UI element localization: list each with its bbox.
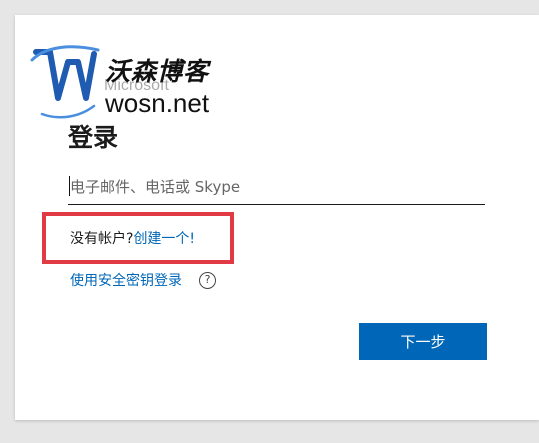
security-key-signin-link[interactable]: 使用安全密钥登录 (70, 270, 182, 290)
text-caret (69, 176, 70, 196)
identity-field-wrapper (68, 170, 485, 205)
page-title: 登录 (68, 123, 119, 152)
help-icon[interactable]: ? (199, 272, 216, 289)
highlight-annotation-box (42, 212, 234, 264)
identity-input[interactable] (68, 170, 485, 205)
watermark: 沃森博客 wosn.net (28, 40, 238, 122)
next-button[interactable]: 下一步 (359, 323, 487, 360)
watermark-brand-en: wosn.net (105, 88, 210, 118)
watermark-brand-cn: 沃森博客 (105, 57, 210, 86)
wosn-logo-icon (30, 45, 100, 119)
page-background: Microsoft 沃森博客 wosn.net 登录 没有帐户?创建一个! 使用… (0, 0, 539, 443)
